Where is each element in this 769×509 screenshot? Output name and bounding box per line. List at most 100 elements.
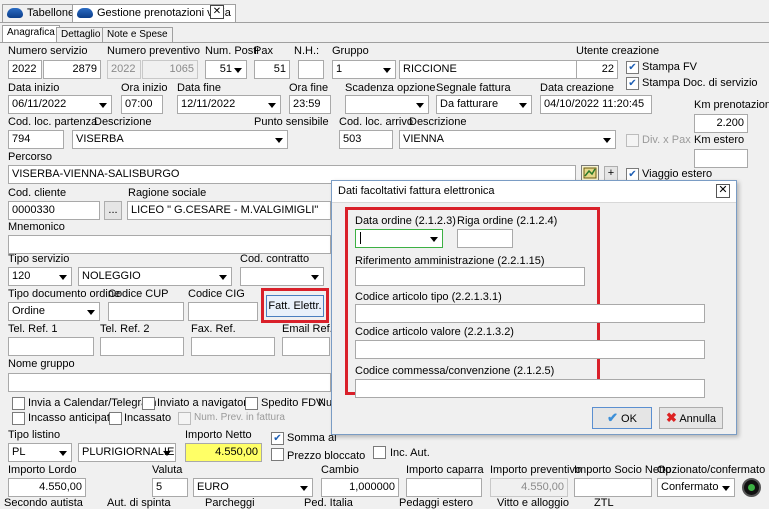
tipo-servizio-code-select[interactable]: 120 [8,267,72,286]
listino-desc-select[interactable]: PLURIGIORNALIE [78,443,176,462]
ragione-sociale-field[interactable]: LICEO " G.CESARE - M.VALGIMIGLI" [127,201,331,220]
valuta-desc-select[interactable]: EURO [193,478,313,497]
bus-icon [7,8,23,18]
opzionato-select[interactable]: Confermato [657,478,735,497]
tipo-documento-select[interactable]: Ordine [8,302,100,321]
tel-ref2-field[interactable] [100,337,184,356]
parcheggi-label: Parcheggi [205,497,255,509]
fax-ref-label: Fax. Ref. [191,323,236,335]
fattura-elettronica-dialog: Dati facoltativi fattura elettronica ✕ D… [331,180,737,435]
importo-netto-field[interactable]: 4.550,00 [185,443,262,462]
tab-tabellone[interactable]: Tabellone [2,4,80,22]
pedaggi-estero-label: Pedaggi estero [399,497,473,509]
cod-cliente-field[interactable]: 0000330 [8,201,100,220]
cod-loc-arrivo-label: Cod. loc. arrivo [339,116,413,128]
bus-icon [77,8,93,18]
invia-calendar-checkbox[interactable] [12,397,25,410]
desc-partenza-select[interactable]: VISERBA [72,130,288,149]
importo-preventivo-label: Importo preventivo [490,464,582,476]
div-pax-checkbox[interactable] [626,134,639,147]
ragione-sociale-label: Ragione sociale [128,187,207,199]
anno-preventivo-field: 2022 [107,60,141,79]
close-tab-icon[interactable]: ✕ [210,5,224,19]
scadenza-opzione-picker[interactable] [345,95,429,114]
tipo-listino-label: Tipo listino [8,429,61,441]
riga-ordine-field[interactable] [457,229,513,248]
num-prev-fattura-checkbox[interactable] [178,412,191,425]
somma-al-checkbox[interactable] [271,432,284,445]
tab-anagrafica[interactable]: Anagrafica [2,25,60,42]
spedito-fdv-label: Spedito FDV [261,397,324,409]
importo-socio-netto-field[interactable] [574,478,652,497]
data-ordine-picker[interactable] [355,229,443,248]
close-icon[interactable]: ✕ [716,184,730,198]
desc-arrivo-select[interactable]: VIENNA [399,130,616,149]
km-prenotazione-field[interactable]: 2.200 [694,114,748,133]
dialog-title: Dati facoltativi fattura elettronica [332,181,736,203]
inviato-navigatore-checkbox[interactable] [142,397,155,410]
fatt-elettr-button[interactable]: Fatt. Elettr. [266,295,324,317]
incasso-anticipato-checkbox[interactable] [12,412,25,425]
numero-servizio-field[interactable]: 2879 [43,60,101,79]
ora-inizio-field[interactable]: 07:00 [121,95,163,114]
checkmark-icon: ✔ [607,410,618,425]
email-ref-field[interactable] [282,337,330,356]
secondo-autista-label: Secondo autista [4,497,83,509]
nu-label: Nu [318,397,333,409]
tipo-listino-select[interactable]: PL [8,443,72,462]
cod-loc-partenza-label: Cod. loc. partenza [8,116,98,128]
viaggio-estero-label: Viaggio estero [642,168,713,180]
codice-commessa-field[interactable] [355,379,705,398]
annulla-button[interactable]: ✖ Annulla [659,407,723,429]
pax-field[interactable]: 51 [254,60,290,79]
riferimento-amministrazione-field[interactable] [355,267,585,286]
codice-cig-field[interactable] [188,302,258,321]
segnale-fattura-select[interactable]: Da fatturare [436,95,532,114]
prezzo-bloccato-checkbox[interactable] [271,448,284,461]
cambio-field[interactable]: 1,000000 [321,478,399,497]
numero-preventivo-label: Numero preventivo [107,45,200,57]
ok-button[interactable]: ✔ OK [592,407,652,429]
num-posti-select[interactable]: 51 [205,60,247,79]
tipo-servizio-desc-select[interactable]: NOLEGGIO [78,267,232,286]
gruppo-code-select[interactable]: 1 [332,60,396,79]
spedito-fdv-checkbox[interactable] [245,397,258,410]
codice-cup-field[interactable] [108,302,184,321]
ora-fine-field[interactable]: 23:59 [289,95,331,114]
numero-preventivo-field: 1065 [142,60,198,79]
data-fine-picker[interactable]: 12/11/2022 [177,95,281,114]
mnemonico-field[interactable] [8,235,331,254]
cod-loc-partenza-field[interactable]: 794 [8,130,64,149]
cambio-label: Cambio [321,464,359,476]
text-cursor [360,232,361,244]
importo-lordo-field[interactable]: 4.550,00 [8,478,86,497]
cod-loc-arrivo-field[interactable]: 503 [339,130,393,149]
anno-servizio-field[interactable]: 2022 [8,60,42,79]
codice-articolo-tipo-field[interactable] [355,304,705,323]
nh-field[interactable] [298,60,324,79]
stampa-doc-checkbox[interactable] [626,77,639,90]
tel-ref1-field[interactable] [8,337,94,356]
stampa-fv-checkbox[interactable] [626,61,639,74]
nome-gruppo-field[interactable] [8,373,331,392]
pax-label: Pax [254,45,273,57]
descrizione-partenza-label: Descrizione [94,116,152,128]
tab-note-spese[interactable]: Note e Spese [102,27,173,42]
add-route-button[interactable]: + [604,166,618,181]
codice-articolo-valore-field[interactable] [355,340,705,359]
mnemonico-label: Mnemonico [8,221,65,233]
valuta-code-field[interactable]: 5 [152,478,188,497]
inc-aut-checkbox[interactable] [373,446,386,459]
tab-dettaglio[interactable]: Dettaglio [56,27,106,42]
data-inizio-picker[interactable]: 06/11/2022 [8,95,112,114]
utente-creazione-label: Utente creazione [576,45,660,57]
km-prenotazione-label: Km prenotazione [694,99,769,111]
importo-caparra-field[interactable] [406,478,482,497]
cerca-cliente-button[interactable]: ... [104,201,122,220]
fax-ref-field[interactable] [191,337,275,356]
incassato-checkbox[interactable] [109,412,122,425]
incassato-label: Incassato [124,412,172,424]
nome-gruppo-label: Nome gruppo [8,358,75,370]
cod-contratto-select[interactable] [240,267,324,286]
km-estero-field[interactable] [694,149,748,168]
